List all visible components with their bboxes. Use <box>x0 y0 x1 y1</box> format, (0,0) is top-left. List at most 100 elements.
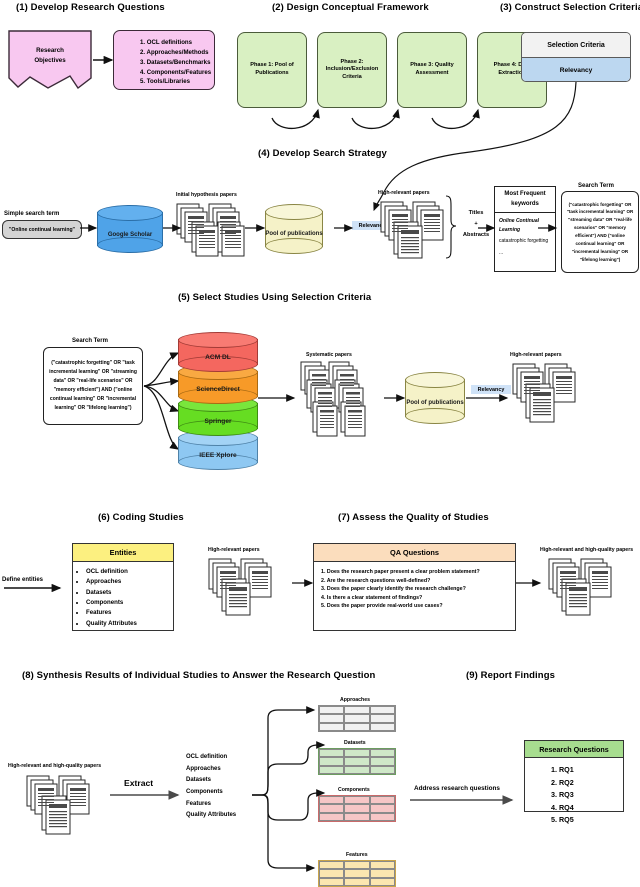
qa-questions-box: QA Questions 1. Does the research paper … <box>313 543 516 631</box>
ieee-xplore-label: IEEE Xplore <box>199 452 237 460</box>
research-objectives-note: Research Objectives <box>8 30 92 90</box>
pool-of-publications-cylinder-1: Pool of publications <box>265 204 323 254</box>
section-title-4: (4) Develop Search Strategy <box>258 148 387 159</box>
section-title-6: (6) Coding Studies <box>98 512 184 523</box>
research-questions-header: Research Questions <box>525 741 623 758</box>
initial-hypothesis-papers-stack <box>176 200 246 258</box>
research-questions-box: Research Questions 1. RQ1 2. RQ2 3. RQ3 … <box>524 740 624 824</box>
keywords-title-line1: Most Frequent <box>504 191 546 197</box>
qa-input-papers-stack <box>208 555 274 616</box>
keyword-item-3: ... <box>499 249 504 256</box>
search-term-label-1: Search Term <box>578 183 614 189</box>
entity-item: Quality Attributes <box>86 619 173 629</box>
extract-item: Components <box>186 789 223 796</box>
rq-item: 2. RQ2 <box>551 777 574 787</box>
rq-item: 3. RQ3 <box>551 790 574 800</box>
qa-questions-header: QA Questions <box>314 544 515 562</box>
entity-item: Approaches <box>86 577 173 587</box>
research-question-item: 2. Approaches/Methods <box>140 48 209 56</box>
research-question-item: 3. Datasets/Benchmarks <box>140 58 211 66</box>
phase-box-1: Phase 1: Pool of Publications <box>237 32 307 108</box>
research-question-item: 4. Components/Features <box>140 68 212 76</box>
features-table-label: Features <box>346 852 368 858</box>
research-question-item: 5. Tools/Libraries <box>140 78 191 86</box>
section-title-3: (3) Construct Selection Criteria <box>500 2 640 13</box>
approaches-table-label: Approaches <box>340 697 370 703</box>
entity-item: Components <box>86 598 173 608</box>
rq-item: 1. RQ1 <box>551 765 574 774</box>
initial-hypothesis-papers-label: Initial hypothesis papers <box>176 192 237 198</box>
selection-criteria-row-relevancy: Relevancy <box>522 58 630 81</box>
qa-output-papers-stack <box>548 555 614 616</box>
extract-item: Quality Attributes <box>186 812 237 819</box>
section-title-8: (8) Synthesis Results of Individual Stud… <box>22 670 376 681</box>
components-table <box>318 795 396 822</box>
qa-question-item: 5. Does the paper provide real-world use… <box>321 603 443 610</box>
high-quality-papers-stack <box>26 772 96 835</box>
qa-input-papers-label: High-relevant papers <box>208 547 260 553</box>
entities-header: Entities <box>73 544 173 562</box>
rq-item: 4. RQ4 <box>551 802 574 812</box>
simple-search-term-value: "Online continual learning" <box>2 220 82 239</box>
section-title-9: (9) Report Findings <box>466 670 555 681</box>
high-relevant-papers-stack-2 <box>512 360 578 423</box>
search-term-box-1: ("catastrophic forgetting" OR "task incr… <box>561 191 639 273</box>
ieee-xplore-cylinder: IEEE Xplore <box>178 430 258 470</box>
selection-criteria-table: Selection Criteria Relevancy <box>521 32 631 82</box>
components-table-label: Components <box>338 787 370 793</box>
most-frequent-keywords-box: Most Frequent keywords Online Continual … <box>494 186 556 272</box>
approaches-table <box>318 705 396 732</box>
titles-abstracts-label: Titles + Abstracts <box>456 208 496 240</box>
pool-label-1: Pool of publications <box>265 230 323 237</box>
phase-box-3: Phase 3: Quality Assessment <box>397 32 467 108</box>
entity-item: Features <box>86 608 173 618</box>
define-entities-label: Define entities <box>2 577 44 583</box>
google-scholar-cylinder: Google Scholar <box>97 205 163 253</box>
high-relevant-papers-stack-1 <box>380 198 446 259</box>
search-term-box-2: ("catastrophic forgetting" OR "task incr… <box>43 347 143 425</box>
extract-items-list: OCL definition Approaches Datasets Compo… <box>186 752 236 822</box>
entity-item: Datasets <box>86 588 173 598</box>
plus-line: + <box>474 220 478 227</box>
search-term-value-2: ("catastrophic forgetting" OR "task incr… <box>49 360 137 411</box>
research-objectives-line2: Objectives <box>34 56 66 64</box>
extract-label: Extract <box>124 778 154 788</box>
extract-item: Datasets <box>186 777 212 784</box>
relevancy-badge-2: Relevancy <box>471 385 511 394</box>
simple-search-term-label: Simple search term <box>4 211 60 217</box>
titles-line: Titles <box>468 210 484 216</box>
selection-criteria-header: Selection Criteria <box>522 33 630 58</box>
entities-list: OCL definition Approaches Datasets Compo… <box>73 562 173 629</box>
abstracts-line: Abstracts <box>462 231 490 238</box>
keyword-item-1: Online Continual Learning <box>499 218 539 233</box>
section-title-1: (1) Develop Research Questions <box>16 2 165 13</box>
section-title-5: (5) Select Studies Using Selection Crite… <box>178 292 372 303</box>
qa-questions-list: 1. Does the research paper present a cle… <box>314 562 515 611</box>
keyword-item-2: catastrophic forgetting <box>499 238 549 245</box>
high-relevant-papers-label-1: High-relevant papers <box>378 190 430 196</box>
phase-box-2: Phase 2: Inclusion/Exclusion Criteria <box>317 32 387 108</box>
pool-label-2: Pool of publications <box>406 399 464 406</box>
search-term-label-2: Search Term <box>72 338 108 344</box>
keywords-title-line2: keywords <box>511 200 539 207</box>
datasets-table-label: Datasets <box>344 740 366 746</box>
research-objectives-line1: Research <box>36 47 64 54</box>
search-term-value-1: ("catastrophic forgetting" OR "task incr… <box>566 201 634 262</box>
qa-output-papers-label: High-relevant and high-quality papers <box>540 547 634 553</box>
entities-box: Entities OCL definition Approaches Datas… <box>72 543 174 631</box>
qa-question-item: 2. Are the research questions well-defin… <box>321 577 431 584</box>
high-relevant-papers-label-2: High-relevant papers <box>510 352 562 358</box>
systematic-papers-stack <box>300 360 384 438</box>
features-table <box>318 860 396 887</box>
section-title-7: (7) Assess the Quality of Studies <box>338 512 489 523</box>
datasets-table <box>318 748 396 775</box>
address-research-questions-label: Address research questions <box>414 785 500 792</box>
entity-item: OCL definition <box>86 567 173 577</box>
extract-item: OCL definition <box>186 754 228 760</box>
extract-item: Approaches <box>186 765 221 772</box>
acm-dl-label: ACM DL <box>205 354 231 362</box>
qa-question-item: 3. Does the paper clearly identify the r… <box>321 586 466 593</box>
acm-dl-cylinder: ACM DL <box>178 332 258 372</box>
extract-item: Features <box>186 800 212 807</box>
rq-item: 5. RQ5 <box>551 815 574 825</box>
